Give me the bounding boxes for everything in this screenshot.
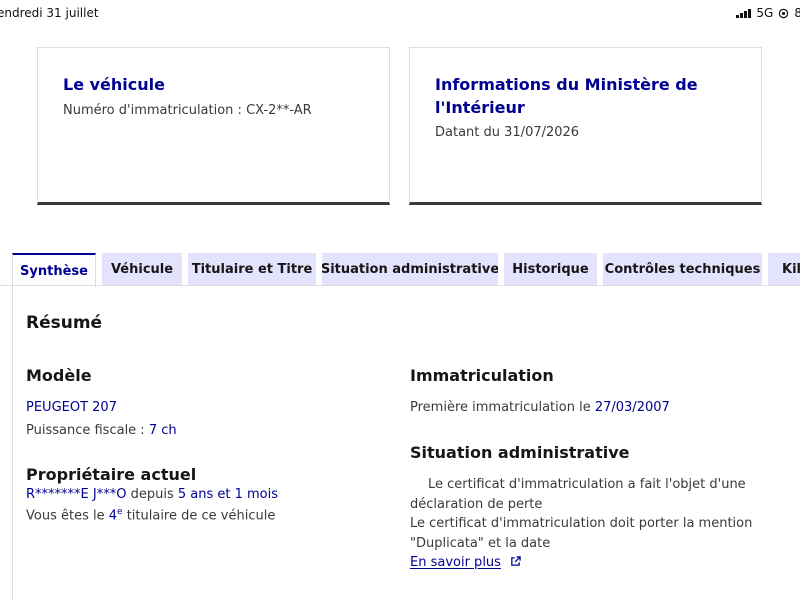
tab-historique[interactable]: Historique	[504, 253, 597, 285]
tab-vehicule[interactable]: Véhicule	[102, 253, 182, 285]
learn-more-label[interactable]: En savoir plus	[410, 555, 501, 570]
ministry-card-title: Informations du Ministère de l'Intérieur	[435, 75, 698, 117]
plate-label: Numéro d'immatriculation :	[63, 103, 247, 118]
summary-title: Résumé	[26, 313, 103, 333]
admin-line-2: déclaration de perte	[410, 497, 543, 512]
model-name: PEUGEOT 207	[26, 400, 117, 415]
fiscal-power: Puissance fiscale : 7 ch	[26, 423, 177, 438]
registration-heading: Immatriculation	[410, 366, 554, 385]
owner-rank-prefix: Vous êtes le	[26, 508, 109, 524]
tab-titulaire-titre[interactable]: Titulaire et Titre	[188, 253, 316, 285]
fiscal-power-value: 7 ch	[148, 423, 177, 438]
plate-number: Numéro d'immatriculation : CX-2**-AR	[63, 103, 312, 118]
owner-since-label: depuis	[126, 487, 178, 502]
first-registration-date: 27/03/2007	[594, 400, 670, 415]
battery-label: 8	[794, 6, 800, 20]
status-bar: endredi 31 juillet 5G 8	[0, 0, 800, 28]
vehicle-card-title: Le véhicule	[63, 75, 165, 94]
tab-panel-border	[0, 285, 800, 286]
admin-situation-heading: Situation administrative	[410, 443, 630, 462]
first-registration: Première immatriculation le 27/03/2007	[410, 400, 670, 415]
tab-controles-techniques[interactable]: Contrôles techniques	[603, 253, 762, 285]
plate-value: CX-2**-AR	[246, 103, 312, 118]
owner-rank-suffix: titulaire de ce véhicule	[122, 508, 276, 524]
ministry-card: Informations du Ministère de l'Intérieur…	[409, 47, 762, 205]
owner-name: R*******E J***O	[26, 487, 127, 502]
owner-since-value: 5 ans et 1 mois	[177, 487, 278, 502]
tab-kilometrage[interactable]: Kilo	[768, 253, 800, 285]
owner-line: R*******E J***O depuis 5 ans et 1 mois	[26, 487, 278, 502]
owner-rank: Vous êtes le 4e titulaire de ce véhicule	[26, 507, 275, 523]
signal-icon	[736, 8, 752, 18]
network-label: 5G	[756, 6, 774, 20]
fiscal-power-label: Puissance fiscale :	[26, 423, 149, 438]
owner-rank-number: 4	[108, 508, 118, 524]
tab-synthese[interactable]: Synthèse	[12, 253, 96, 287]
date-label: Datant du	[435, 125, 505, 140]
owner-heading: Propriétaire actuel	[26, 465, 197, 484]
learn-more-link[interactable]: En savoir plus	[410, 555, 521, 570]
admin-line-1: Le certificat d'immatriculation a fait l…	[428, 477, 746, 492]
orientation-lock-icon	[779, 8, 789, 18]
status-date: endredi 31 juillet	[0, 6, 99, 20]
admin-line-3: Le certificat d'immatriculation doit por…	[410, 516, 753, 531]
tab-bar: Synthèse Véhicule Titulaire et Titre Sit…	[0, 253, 800, 287]
data-date: Datant du 31/07/2026	[435, 125, 579, 140]
panel-left-border	[12, 285, 13, 600]
model-heading: Modèle	[26, 366, 92, 385]
vehicle-card: Le véhicule Numéro d'immatriculation : C…	[37, 47, 390, 205]
external-link-icon[interactable]	[510, 556, 521, 567]
tab-situation-administrative[interactable]: Situation administrative	[322, 253, 498, 285]
admin-line-4: "Duplicata" et la date	[410, 536, 551, 551]
status-icons: 5G 8	[736, 6, 800, 20]
date-value: 31/07/2026	[504, 125, 580, 140]
first-registration-label: Première immatriculation le	[410, 400, 595, 415]
